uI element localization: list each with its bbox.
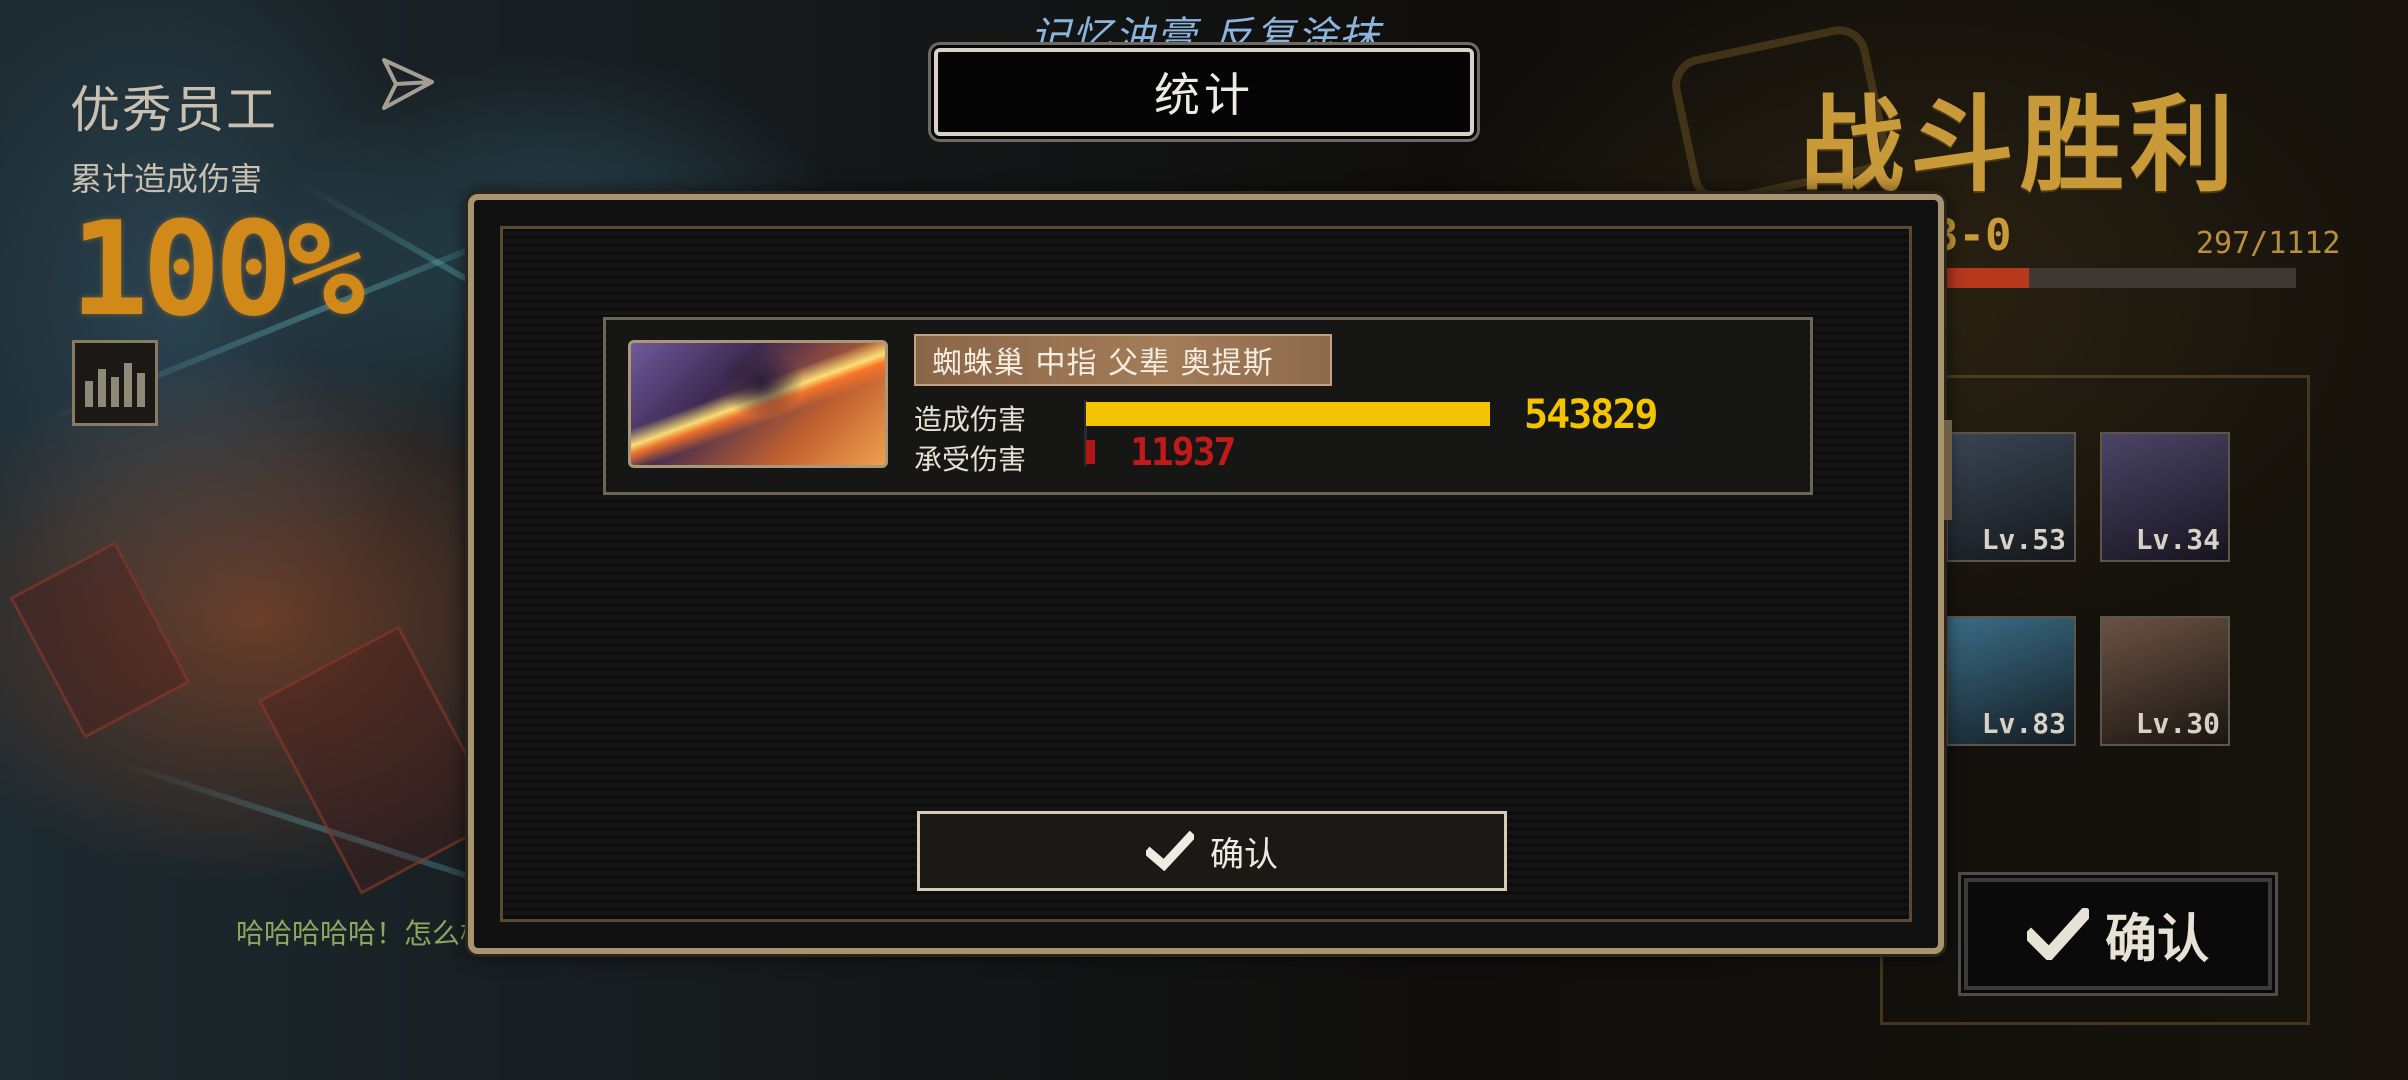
unit-name: 蜘蛛巢 中指 父辈 奥提斯 — [914, 334, 1332, 386]
confirm-label: 确认 — [1210, 834, 1278, 875]
exp-bar-fill — [1930, 268, 2029, 288]
dialog-body: 蜘蛛巢 中指 父辈 奥提斯 造成伤害 承受伤害 543829 11937 确认 — [500, 226, 1912, 922]
character-portrait — [628, 340, 888, 468]
damage-percent: 100% — [70, 193, 365, 345]
character-level: Lv.30 — [2135, 707, 2220, 740]
damage-dealt-bar — [1086, 402, 1490, 426]
exp-bar — [1930, 268, 2296, 288]
check-icon — [2026, 908, 2089, 960]
statistics-dialog: 蜘蛛巢 中指 父辈 奥提斯 造成伤害 承受伤害 543829 11937 确认 — [468, 194, 1952, 954]
exp-count: 297/1112 — [2196, 226, 2341, 261]
check-icon — [1146, 831, 1194, 871]
statistics-title-tab: 统计 — [934, 48, 1474, 136]
bar — [85, 381, 93, 407]
damage-taken-value: 11937 — [1130, 430, 1236, 474]
card-shard — [9, 541, 191, 739]
character-card[interactable]: Lv.30 — [2100, 616, 2230, 746]
mvp-title: 优秀员工 — [70, 81, 278, 139]
unit-stat-row: 蜘蛛巢 中指 父辈 奥提斯 造成伤害 承受伤害 543829 11937 — [603, 317, 1813, 495]
card-shard — [257, 625, 503, 895]
damage-taken-label: 承受伤害 — [914, 443, 1027, 476]
victory-title: 战斗胜利 — [1800, 84, 2241, 206]
bar-chart-icon[interactable] — [72, 340, 158, 426]
statistics-title: 统计 — [1154, 68, 1254, 122]
bar — [124, 363, 132, 407]
damage-taken-bar — [1086, 440, 1095, 464]
victory-confirm-label: 确认 — [2104, 909, 2209, 970]
damage-dealt-label: 造成伤害 — [914, 403, 1027, 436]
confirm-button[interactable]: 确认 — [917, 811, 1507, 891]
character-card[interactable]: Lv.83 — [1946, 616, 2076, 746]
bar — [111, 377, 119, 407]
victory-confirm-button[interactable]: 确认 — [1964, 878, 2272, 990]
bar — [137, 373, 145, 407]
character-card[interactable]: Lv.53 — [1946, 432, 2076, 562]
character-level: Lv.53 — [1981, 523, 2066, 556]
dialog-scrollbar[interactable] — [1944, 420, 1952, 520]
mvp-panel: 优秀员工 累计造成伤害 100% — [70, 70, 365, 345]
character-card[interactable]: Lv.34 — [2100, 432, 2230, 562]
character-level: Lv.34 — [2135, 523, 2220, 556]
damage-dealt-value: 543829 — [1524, 392, 1658, 438]
bar — [98, 369, 106, 407]
share-arrow-icon[interactable] — [380, 56, 436, 112]
character-level: Lv.83 — [1981, 707, 2066, 740]
